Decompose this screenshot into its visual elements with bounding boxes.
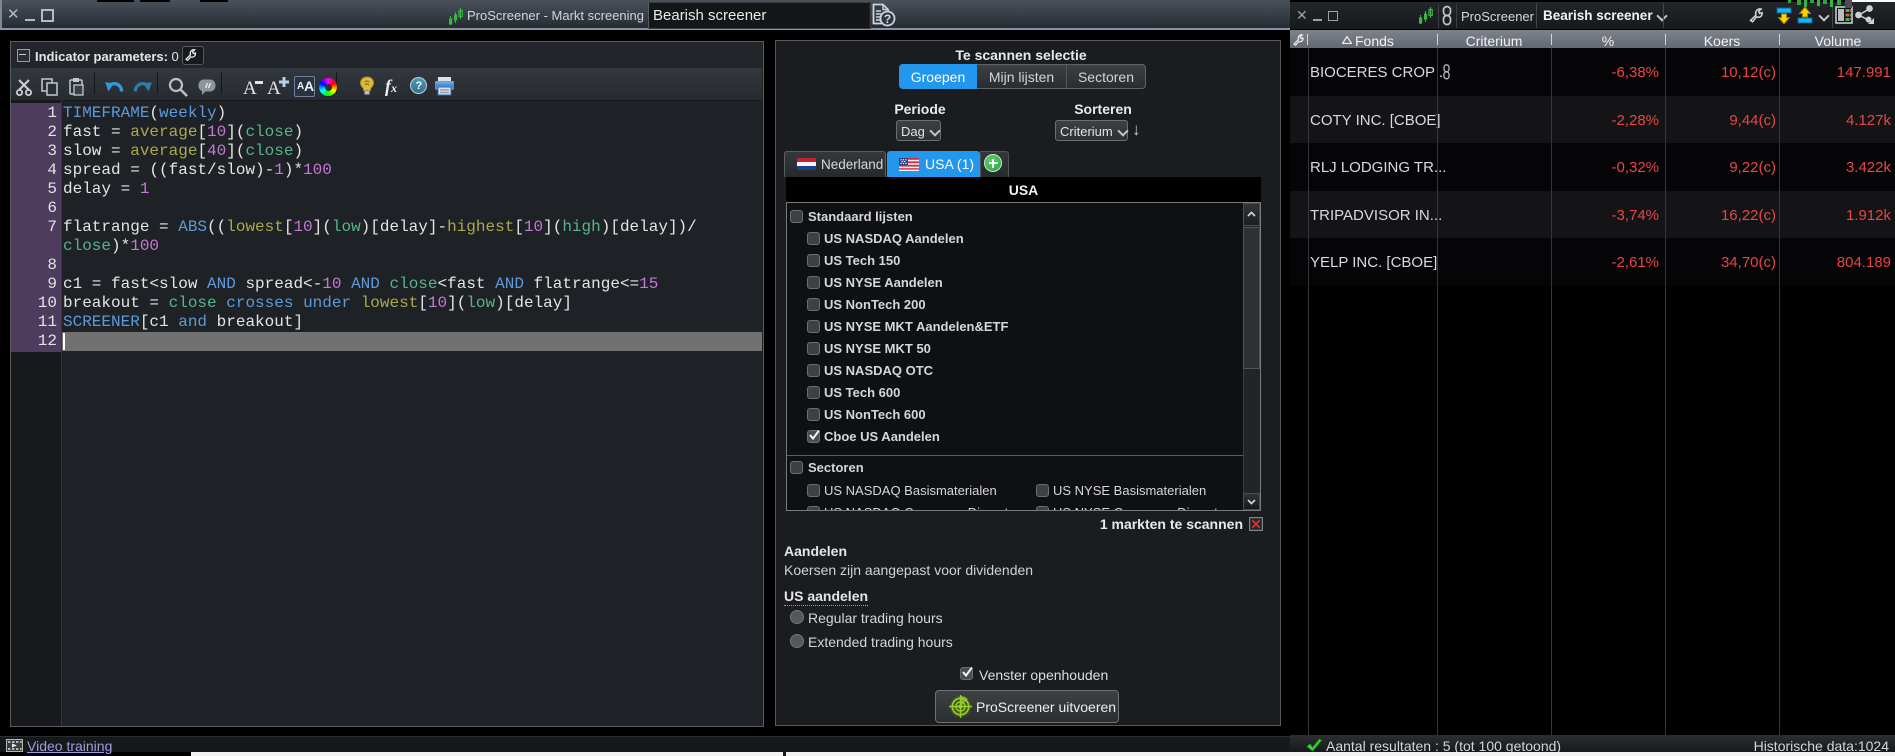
svg-text:?: ? xyxy=(884,12,891,26)
